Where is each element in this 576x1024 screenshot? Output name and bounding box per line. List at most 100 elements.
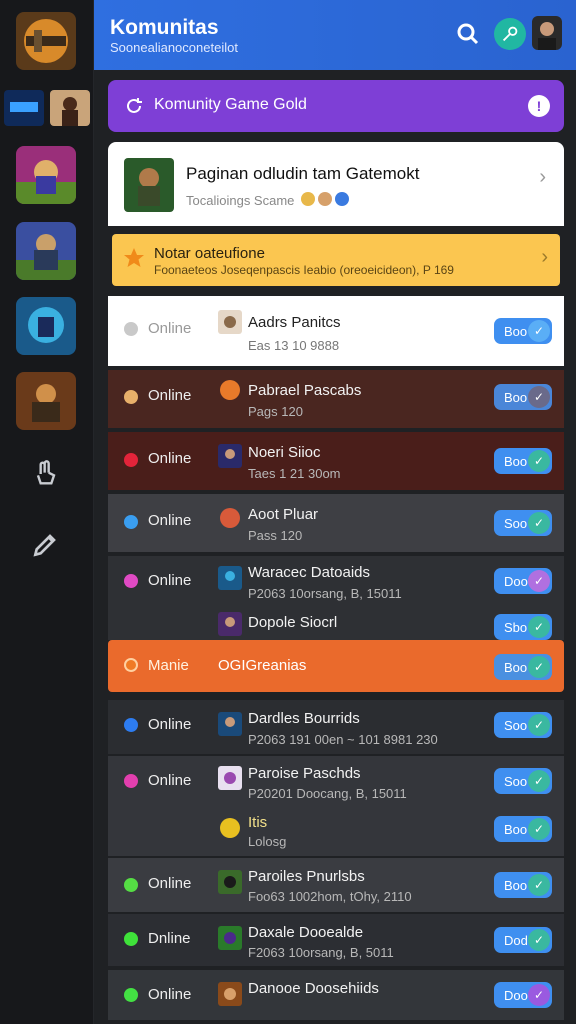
rail-mini-tiles	[4, 90, 90, 126]
player-detail: P20201 Doocang, B, 15011	[248, 786, 407, 801]
pencil-edit-icon[interactable]	[24, 522, 68, 566]
player-name: Dopole Siocrl	[248, 614, 338, 631]
player-name: Itis	[248, 814, 268, 831]
avatar[interactable]	[532, 16, 562, 50]
action-button[interactable]: Soo ✓	[494, 712, 552, 738]
status-label: Online	[148, 450, 192, 467]
featured-card[interactable]: Paginan odludin tam Gatemokt Tocalioings…	[108, 142, 564, 226]
player-detail: Taes 1 21 30om	[248, 466, 341, 481]
player-detail: P2063 10orsang, B, 15011	[248, 586, 402, 601]
group-bar[interactable]: Komunity Game Gold !	[108, 80, 564, 132]
rail-mini-tile-1[interactable]	[4, 90, 44, 126]
game-thumbnail	[218, 712, 242, 736]
key-icon[interactable]	[494, 18, 526, 50]
action-button[interactable]: Boo ✓	[494, 654, 552, 680]
player-detail: Foo63 1002hom, tOhy, 2110	[248, 889, 412, 904]
player-name: Danooe Doosehiids	[248, 980, 379, 997]
game-thumbnail	[218, 612, 242, 636]
game-thumbnail	[218, 566, 242, 590]
list-item[interactable]: Online Aadrs Panitcs Eas 13 10 9888 Boo ✓	[108, 296, 564, 366]
status-label: Online	[148, 572, 192, 589]
status-label: Online	[148, 875, 192, 892]
status-dot	[124, 322, 138, 336]
player-name: Pabrael Pascabs	[248, 382, 362, 399]
game-thumbnail	[218, 870, 242, 894]
player-name: Daxale Dooealde	[248, 924, 364, 941]
status-label: Online	[148, 320, 192, 337]
chevron-right-icon[interactable]: ›	[539, 166, 546, 189]
notice-subtitle: Foonaeteos Joseqenpascis Ieabio (oreoeic…	[154, 263, 454, 277]
header-bar: Komunitas Soonealianoconeteilot	[94, 0, 576, 70]
status-label: Online	[148, 986, 192, 1003]
action-button[interactable]: Boo ✓	[494, 448, 552, 474]
player-name: Noeri Siioc	[248, 444, 321, 461]
status-label: Dnline	[148, 930, 191, 947]
list-item[interactable]: Online Waracec Datoaids P2063 10orsang, …	[108, 556, 564, 640]
main-panel: Komunitas Soonealianoconeteilot Komunity…	[94, 0, 576, 1024]
action-button[interactable]: Doo ✓	[494, 568, 552, 594]
player-name: Dardles Bourrids	[248, 710, 360, 727]
status-label: Manie	[148, 657, 189, 674]
player-detail: Eas 13 10 9888	[248, 338, 340, 353]
page-title: Komunitas	[110, 16, 219, 39]
search-icon[interactable]	[454, 20, 482, 48]
list-item[interactable]: Online Noeri Siioc Taes 1 21 30om Boo ✓	[108, 432, 564, 490]
refresh-icon	[122, 94, 146, 118]
featured-subtitle: Tocalioings Scame	[186, 193, 295, 208]
status-label: Online	[148, 512, 192, 529]
game-thumbnail	[218, 310, 242, 334]
list-item[interactable]: Online Paroiles Pnurlsbs Foo63 1002hom, …	[108, 858, 564, 912]
list-item[interactable]: Online Paroise Paschds P20201 Doocang, B…	[108, 756, 564, 856]
player-name: Paroiles Pnurlsbs	[248, 868, 365, 885]
list-item[interactable]: Dnline Daxale Dooealde F2063 10orsang, B…	[108, 914, 564, 966]
info-icon[interactable]: !	[528, 95, 550, 117]
list-item[interactable]: Online Pabrael Pascabs Pags 120 Boo ✓	[108, 370, 564, 428]
page-subtitle: Soonealianoconeteilot	[110, 40, 238, 55]
action-button[interactable]: Soo ✓	[494, 768, 552, 794]
game-thumbnail	[218, 506, 242, 530]
rail-game-tile-1[interactable]	[16, 12, 76, 70]
player-detail: Pags 120	[248, 404, 303, 419]
action-button[interactable]: Boo ✓	[494, 872, 552, 898]
left-rail	[0, 0, 94, 1024]
action-button[interactable]: Boo ✓	[494, 318, 552, 344]
featured-emoji-icons	[301, 192, 349, 206]
action-button[interactable]: Doo ✓	[494, 982, 552, 1008]
action-button[interactable]: Sbo ✓	[494, 614, 552, 640]
game-thumbnail	[218, 378, 242, 402]
player-name: Waracec Datoaids	[248, 564, 370, 581]
rail-mini-tile-2[interactable]	[50, 90, 90, 126]
group-bar-label: Komunity Game Gold	[154, 96, 307, 113]
action-button[interactable]: Boo ✓	[494, 384, 552, 410]
player-detail: Pass 120	[248, 528, 303, 543]
game-thumbnail	[218, 816, 242, 840]
game-thumbnail	[218, 926, 242, 950]
list-item-highlighted[interactable]: Manie OGIGreanias Boo ✓	[108, 640, 564, 692]
status-label: Online	[148, 716, 192, 733]
rail-game-tile-4[interactable]	[16, 297, 76, 355]
player-detail: P2063 191 00en ~ 101 8981 230	[248, 732, 438, 747]
action-button[interactable]: Dod ✓	[494, 927, 552, 953]
star-icon	[122, 246, 146, 270]
rail-game-tile-5[interactable]	[16, 372, 76, 430]
featured-title: Paginan odludin tam Gatemokt	[186, 164, 420, 183]
game-thumbnail	[218, 982, 242, 1006]
featured-thumbnail	[124, 158, 174, 212]
game-thumbnail	[218, 766, 242, 790]
game-thumbnail	[218, 444, 242, 468]
player-detail: Lolosg	[248, 834, 287, 849]
action-button[interactable]: Boo ✓	[494, 816, 552, 842]
player-name: Paroise Paschds	[248, 765, 361, 782]
list-item[interactable]: Online Aoot Pluar Pass 120 Soo ✓	[108, 494, 564, 552]
rail-game-tile-3[interactable]	[16, 222, 76, 280]
player-name: Aoot Pluar	[248, 506, 319, 523]
hand-peace-icon[interactable]	[24, 452, 68, 496]
action-button[interactable]: Soo ✓	[494, 510, 552, 536]
player-name: OGIGreanias	[218, 657, 307, 674]
list-item[interactable]: Online Dardles Bourrids P2063 191 00en ~…	[108, 700, 564, 754]
notice-banner[interactable]: Notar oateufione Foonaeteos Joseqenpasci…	[112, 234, 560, 286]
list-item[interactable]: Online Danooe Doosehiids Doo ✓	[108, 970, 564, 1020]
notice-title: Notar oateufione	[154, 245, 265, 262]
chevron-right-icon[interactable]: ›	[541, 246, 548, 269]
rail-game-tile-2[interactable]	[16, 146, 76, 204]
